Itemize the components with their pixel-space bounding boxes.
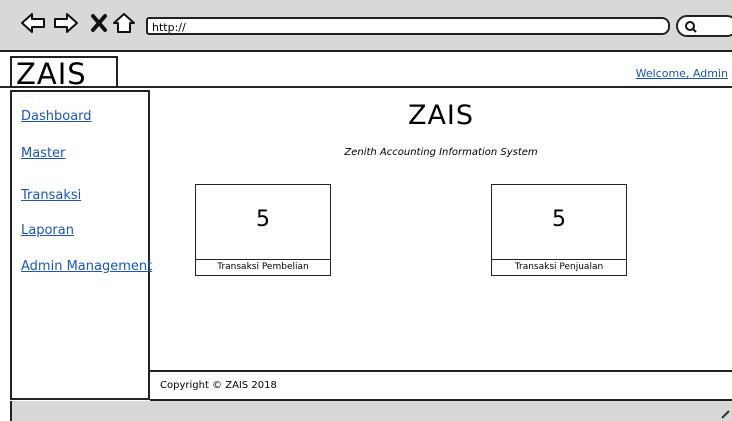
sidebar-item-transaksi[interactable]: Transaksi (21, 188, 81, 203)
stat-card-pembelian[interactable]: 5 Transaksi Pembelian (195, 184, 331, 276)
app-logo[interactable]: ZAIS (10, 56, 118, 90)
search-button[interactable] (676, 15, 732, 37)
forward-arrow-icon[interactable] (51, 10, 79, 36)
footer: Copyright © ZAIS 2018 (150, 370, 732, 401)
home-icon[interactable] (112, 10, 136, 36)
page-title: ZAIS (407, 100, 475, 131)
sidebar-item-admin-management[interactable]: Admin Management (21, 259, 152, 274)
sidebar: Dashboard Master Transaksi Laporan Admin… (10, 90, 152, 400)
sidebar-item-master[interactable]: Master (21, 146, 65, 161)
welcome-user-link[interactable]: Welcome, Admin (636, 67, 728, 80)
address-bar-url: http:// (152, 21, 186, 34)
address-bar[interactable]: http:// (146, 17, 670, 35)
back-arrow-icon[interactable] (20, 10, 48, 36)
stat-card-label: Transaksi Penjualan (492, 259, 626, 275)
stat-card-value: 5 (256, 207, 270, 232)
sidebar-item-laporan[interactable]: Laporan (21, 223, 74, 238)
browser-toolbar: http:// (0, 0, 732, 52)
sidebar-item-dashboard[interactable]: Dashboard (21, 109, 92, 124)
page-subtitle: Zenith Accounting Information System (344, 147, 538, 158)
stat-card-penjualan[interactable]: 5 Transaksi Penjualan (491, 184, 627, 276)
stat-card-value: 5 (552, 207, 566, 232)
search-icon (685, 21, 697, 33)
footer-copyright: Copyright © ZAIS 2018 (160, 380, 277, 391)
browser-status-bar (10, 401, 732, 421)
close-icon[interactable] (90, 10, 108, 36)
stat-card-label: Transaksi Pembelian (196, 259, 330, 275)
resize-handle-icon[interactable] (720, 409, 730, 419)
